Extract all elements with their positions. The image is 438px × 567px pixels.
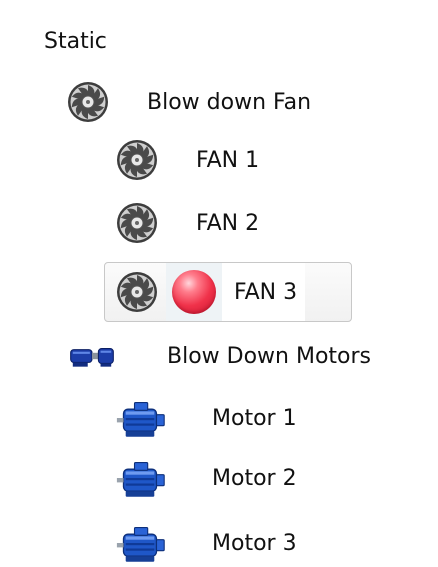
fan-icon bbox=[115, 138, 159, 182]
tree-item-label: FAN 2 bbox=[196, 210, 260, 236]
tree-item-blow-down-motors[interactable]: Blow Down Motors bbox=[59, 327, 371, 385]
tree-item-motor-1[interactable]: Motor 1 bbox=[110, 389, 297, 447]
device-tree: Static Blow down Fan FAN 1 FAN 2 FAN 3 B… bbox=[0, 0, 438, 567]
tree-item-fan-2[interactable]: FAN 2 bbox=[115, 194, 259, 252]
tree-item-label: FAN 1 bbox=[196, 147, 260, 173]
tree-item-label: FAN 3 bbox=[222, 263, 306, 321]
fan-icon bbox=[115, 201, 159, 245]
tree-item-label: Motor 3 bbox=[212, 530, 297, 556]
motor-icon bbox=[110, 396, 170, 440]
tree-item-label: Motor 1 bbox=[212, 405, 297, 431]
motor-icon bbox=[110, 456, 170, 500]
tree-item-fan-3[interactable]: FAN 3 bbox=[104, 262, 352, 322]
red-led-icon bbox=[172, 270, 216, 314]
tree-item-label: Blow Down Motors bbox=[167, 343, 372, 369]
status-led-fan-3 bbox=[166, 263, 222, 321]
motor-icon bbox=[110, 521, 170, 565]
inline-motor-icon bbox=[59, 340, 125, 372]
tree-item-label: Blow down Fan bbox=[147, 89, 312, 115]
tree-item-motor-3[interactable]: Motor 3 bbox=[110, 514, 297, 567]
fan-icon bbox=[66, 80, 110, 124]
fan-icon bbox=[115, 270, 159, 314]
tree-item-label: Motor 2 bbox=[212, 465, 297, 491]
tree-item-fan-1[interactable]: FAN 1 bbox=[115, 131, 259, 189]
tree-item-blow-down-fan[interactable]: Blow down Fan bbox=[66, 73, 311, 131]
tree-item-label: Static bbox=[44, 28, 107, 54]
tree-item-static[interactable]: Static bbox=[20, 12, 107, 70]
tree-item-motor-2[interactable]: Motor 2 bbox=[110, 449, 297, 507]
